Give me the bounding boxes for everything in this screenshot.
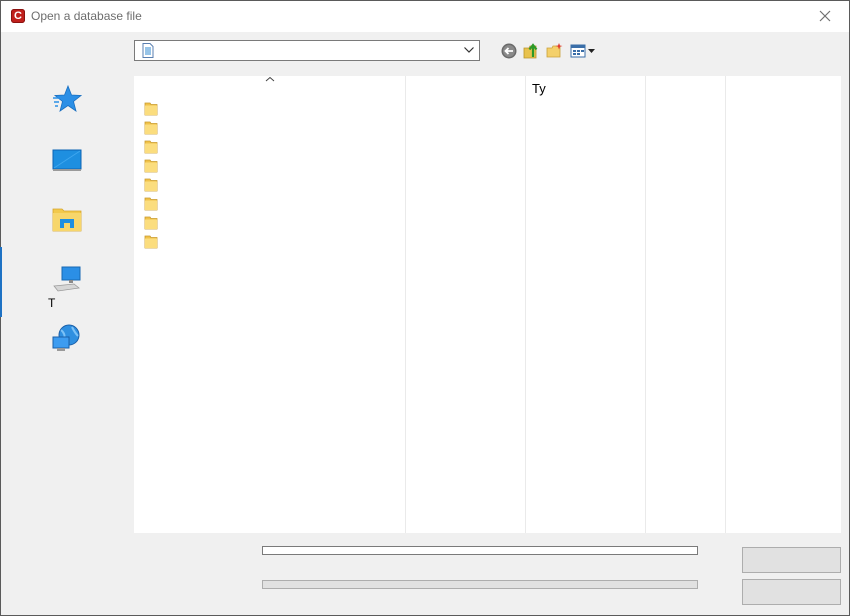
folder-icon — [144, 197, 158, 211]
column-separator[interactable] — [525, 76, 526, 533]
column-separator[interactable] — [405, 76, 406, 533]
folder-icon — [144, 102, 158, 116]
view-menu-icon[interactable] — [570, 42, 596, 60]
folder-row[interactable] — [144, 102, 158, 116]
app-icon-letter: C — [14, 10, 22, 22]
folder-icon — [144, 235, 158, 249]
back-icon[interactable] — [500, 42, 518, 60]
column-separator[interactable] — [725, 76, 726, 533]
folder-icon — [144, 178, 158, 192]
open-dialog-window: C Open a database file T Ty — [0, 0, 850, 616]
up-folder-icon[interactable] — [523, 42, 541, 60]
star-icon — [53, 84, 82, 112]
place-network[interactable] — [10, 320, 126, 376]
background-window-edge — [0, 247, 2, 317]
column-separator[interactable] — [645, 76, 646, 533]
folder-row[interactable] — [144, 216, 158, 230]
place-libraries[interactable] — [10, 200, 126, 256]
folder-row[interactable] — [144, 159, 158, 173]
window-title: Open a database file — [31, 9, 142, 23]
column-header-type[interactable]: Ty — [532, 81, 546, 96]
library-folder-icon — [52, 208, 82, 232]
title-bar: C Open a database file — [1, 1, 849, 32]
folder-row[interactable] — [144, 197, 158, 211]
folder-icon — [144, 121, 158, 135]
desktop-icon — [52, 149, 82, 171]
place-this-pc[interactable] — [10, 260, 126, 316]
close-button[interactable] — [803, 1, 849, 32]
computer-icon — [53, 266, 81, 292]
document-icon — [142, 43, 154, 58]
app-icon: C — [11, 9, 25, 23]
look-in-combobox[interactable] — [134, 40, 480, 61]
place-desktop[interactable] — [10, 140, 126, 196]
file-list[interactable]: Ty — [134, 76, 841, 533]
folder-row[interactable] — [144, 235, 158, 249]
this-pc-label: T — [48, 296, 56, 310]
sort-ascending-icon — [265, 76, 275, 82]
folder-row[interactable] — [144, 121, 158, 135]
folder-row[interactable] — [144, 140, 158, 154]
places-bar: T — [10, 76, 127, 602]
network-icon — [52, 324, 80, 351]
folder-icon — [144, 140, 158, 154]
chevron-down-icon — [464, 47, 474, 53]
file-name-input[interactable] — [262, 546, 698, 555]
file-type-select[interactable] — [262, 580, 698, 589]
new-folder-icon[interactable] — [546, 42, 564, 60]
folder-row[interactable] — [144, 178, 158, 192]
folder-icon — [144, 216, 158, 230]
close-icon — [819, 10, 831, 22]
folder-icon — [144, 159, 158, 173]
cancel-button[interactable] — [742, 579, 841, 605]
place-quick-access[interactable] — [10, 80, 126, 136]
open-button[interactable] — [742, 547, 841, 573]
